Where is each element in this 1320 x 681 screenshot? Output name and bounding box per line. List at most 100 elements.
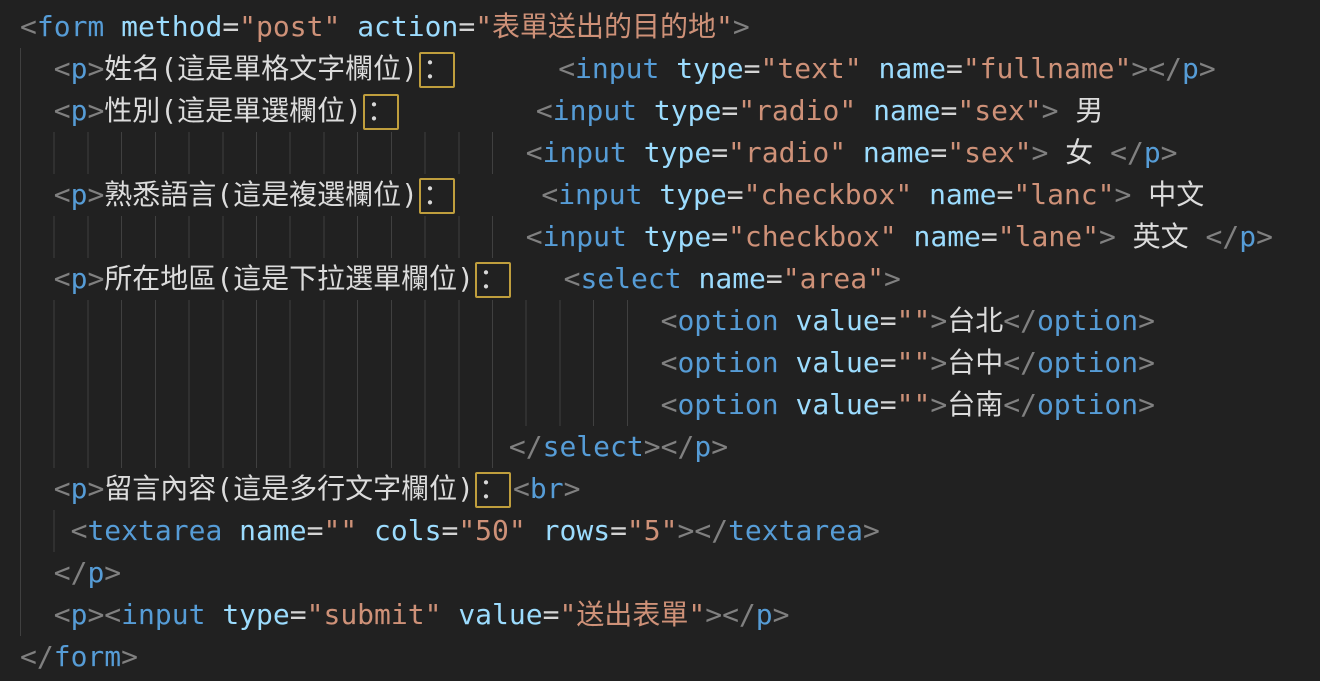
brk-token: <	[54, 598, 71, 631]
brk-token: </	[509, 430, 543, 463]
code-line[interactable]: <p>姓名(這是單格文字欄位)： <input type="text" name…	[0, 48, 1320, 90]
code-line[interactable]: <option value="">台北</option>	[0, 300, 1320, 342]
sp-token	[779, 388, 796, 421]
txt-token: 留言內容(這是多行文字欄位)	[104, 472, 474, 505]
code-line[interactable]: <form method="post" action="表單送出的目的地">	[0, 6, 1320, 48]
brk-token: <	[54, 178, 71, 211]
attr-token: type	[676, 52, 743, 85]
brk-token: <	[526, 136, 543, 169]
brk-token: >	[773, 598, 790, 631]
sp-token	[205, 598, 222, 631]
txt-token: 中文	[1131, 178, 1204, 211]
sp-token	[642, 178, 659, 211]
txt-token: 英文	[1116, 220, 1206, 253]
code-line[interactable]: <p>留言內容(這是多行文字欄位)：<br>	[0, 468, 1320, 510]
eq-token: =	[727, 178, 744, 211]
attr-token: value	[795, 388, 879, 421]
code-line[interactable]: <option value="">台中</option>	[0, 342, 1320, 384]
brk-token: >	[1161, 136, 1178, 169]
attr-token: cols	[374, 514, 441, 547]
brk-token: >	[884, 262, 901, 295]
brk-token: <	[54, 262, 71, 295]
sp-token	[222, 514, 239, 547]
attr-token: type	[222, 598, 289, 631]
code-line[interactable]: </form>	[0, 636, 1320, 678]
str-token: "50"	[458, 514, 525, 547]
brk-token: >	[863, 514, 880, 547]
tag-token: p	[1239, 220, 1256, 253]
brk-token: >	[1256, 220, 1273, 253]
code-line[interactable]: <input type="checkbox" name="lane"> 英文 <…	[0, 216, 1320, 258]
tag-token: p	[71, 52, 88, 85]
code-line[interactable]: <p>性別(這是單選欄位)： <input type="radio" name=…	[0, 90, 1320, 132]
tag-token: form	[37, 10, 104, 43]
str-token: ""	[897, 346, 931, 379]
str-token: "sex"	[957, 94, 1041, 127]
eq-token: =	[307, 514, 324, 547]
attr-token: name	[913, 220, 980, 253]
brk-token: <	[661, 346, 678, 379]
brk-token: </	[54, 556, 88, 589]
eq-token: =	[458, 10, 475, 43]
brk-token: >	[87, 52, 104, 85]
sp-token	[682, 262, 699, 295]
brk-token: >	[87, 94, 104, 127]
tag-token: option	[677, 388, 778, 421]
code-line[interactable]: <p>熟悉語言(這是複選欄位)： <input type="checkbox" …	[0, 174, 1320, 216]
eq-token: =	[766, 262, 783, 295]
txt-token: 性別(這是單選欄位)	[104, 94, 362, 127]
eq-token: =	[941, 94, 958, 127]
brk-token: </	[1206, 220, 1240, 253]
txt-token: 所在地區(這是下拉選單欄位)	[104, 262, 474, 295]
eq-token: =	[930, 136, 947, 169]
brk-token: >	[644, 430, 661, 463]
attr-token: value	[795, 346, 879, 379]
brk-token: </	[1003, 388, 1037, 421]
attr-token: name	[239, 514, 306, 547]
brk-token: </	[20, 640, 54, 673]
brk-token: >	[87, 262, 104, 295]
code-line[interactable]: <p>所在地區(這是下拉選單欄位)： <select name="area">	[0, 258, 1320, 300]
sp-token	[401, 94, 536, 127]
indent-whitespace	[20, 94, 54, 127]
indent-whitespace	[20, 178, 54, 211]
sp-token	[441, 598, 458, 631]
code-line[interactable]: <p><input type="submit" value="送出表單"></p…	[0, 594, 1320, 636]
brk-token: >	[930, 388, 947, 421]
str-token: "radio"	[738, 94, 856, 127]
str-token: "checkbox"	[728, 220, 897, 253]
eq-token: =	[222, 10, 239, 43]
eq-token: =	[290, 598, 307, 631]
str-token: "送出表單"	[559, 598, 705, 631]
brk-token: <	[54, 52, 71, 85]
code-line[interactable]: <input type="radio" name="sex"> 女 </p>	[0, 132, 1320, 174]
brk-token: >	[733, 10, 750, 43]
eq-token: =	[946, 52, 963, 85]
attr-token: name	[698, 262, 765, 295]
tag-token: form	[54, 640, 121, 673]
brk-token: </	[661, 430, 695, 463]
attr-token: method	[121, 10, 222, 43]
brk-token: <	[104, 598, 121, 631]
code-line[interactable]: </select></p>	[0, 426, 1320, 468]
tag-token: p	[71, 178, 88, 211]
attr-token: type	[659, 178, 726, 211]
code-line[interactable]: <textarea name="" cols="50" rows="5"></t…	[0, 510, 1320, 552]
tag-token: option	[1037, 346, 1138, 379]
tag-token: p	[71, 262, 88, 295]
code-line[interactable]: <option value="">台南</option>	[0, 384, 1320, 426]
brk-token: <	[558, 52, 575, 85]
code-line[interactable]: </p>	[0, 552, 1320, 594]
indent-whitespace	[20, 220, 526, 253]
attr-token: name	[863, 136, 930, 169]
attr-token: name	[879, 52, 946, 85]
brk-token: >	[87, 178, 104, 211]
brk-token: </	[1003, 304, 1037, 337]
tag-token: p	[87, 556, 104, 589]
code-editor[interactable]: <form method="post" action="表單送出的目的地"> <…	[0, 0, 1320, 681]
str-token: "post"	[239, 10, 340, 43]
attr-token: value	[795, 304, 879, 337]
brk-token: >	[1138, 304, 1155, 337]
attr-token: rows	[543, 514, 610, 547]
sp-token	[637, 94, 654, 127]
